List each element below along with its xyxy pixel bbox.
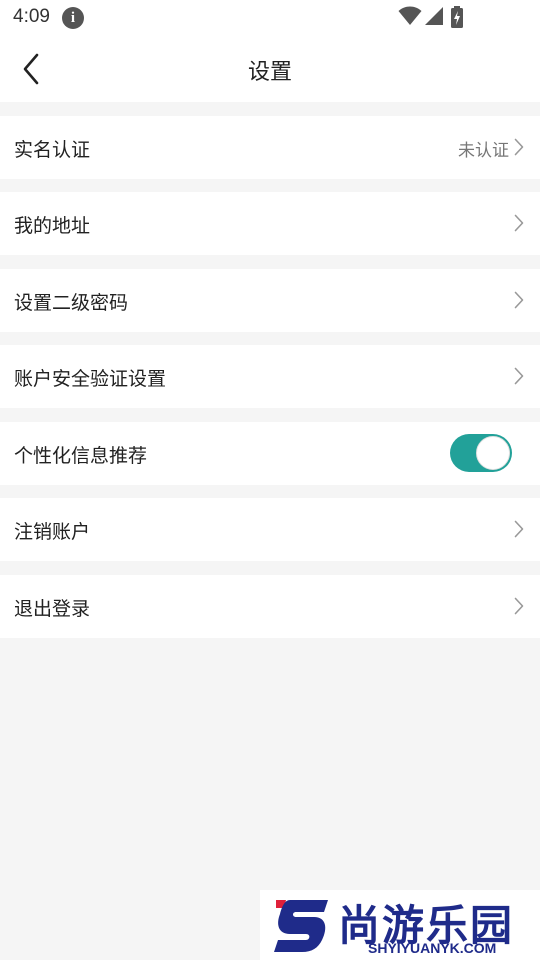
- chevron-right-icon: [514, 214, 524, 232]
- chevron-right-icon: [514, 138, 524, 156]
- row-label: 我的地址: [14, 215, 91, 237]
- chevron-right-icon: [514, 520, 524, 538]
- row-label: 注销账户: [14, 521, 91, 543]
- row-logout[interactable]: 退出登录: [0, 575, 540, 638]
- status-time: 4:09: [13, 6, 50, 27]
- row-label: 个性化信息推荐: [14, 445, 148, 467]
- row-label: 退出登录: [14, 598, 91, 620]
- personalized-recommendation-toggle[interactable]: [450, 434, 512, 472]
- chevron-right-icon: [514, 597, 524, 615]
- signal-icon: [425, 7, 443, 25]
- row-cancel-account[interactable]: 注销账户: [0, 498, 540, 561]
- row-personalized-recommendation: 个性化信息推荐: [0, 422, 540, 485]
- row-label: 账户安全验证设置: [14, 368, 167, 390]
- toggle-knob: [476, 436, 510, 470]
- info-icon: i: [62, 7, 84, 29]
- chevron-right-icon: [514, 291, 524, 309]
- row-my-address[interactable]: 我的地址: [0, 192, 540, 255]
- row-real-name-verification[interactable]: 实名认证 未认证: [0, 116, 540, 179]
- battery-charging-icon: [451, 6, 463, 28]
- row-label: 设置二级密码: [14, 292, 129, 314]
- watermark: 尚游乐园 SHYIYUANYK.COM: [260, 890, 540, 960]
- watermark-url: SHYIYUANYK.COM: [368, 940, 497, 956]
- nav-bar: 设置: [0, 36, 540, 102]
- row-secondary-password[interactable]: 设置二级密码: [0, 269, 540, 332]
- row-account-security[interactable]: 账户安全验证设置: [0, 345, 540, 408]
- status-bar: 4:09 i: [0, 0, 540, 36]
- wifi-icon: [398, 6, 422, 25]
- verification-status: 未认证: [458, 141, 509, 161]
- row-label: 实名认证: [14, 139, 91, 161]
- watermark-logo: [274, 900, 328, 952]
- page-title: 设置: [247, 60, 292, 85]
- chevron-right-icon: [514, 367, 524, 385]
